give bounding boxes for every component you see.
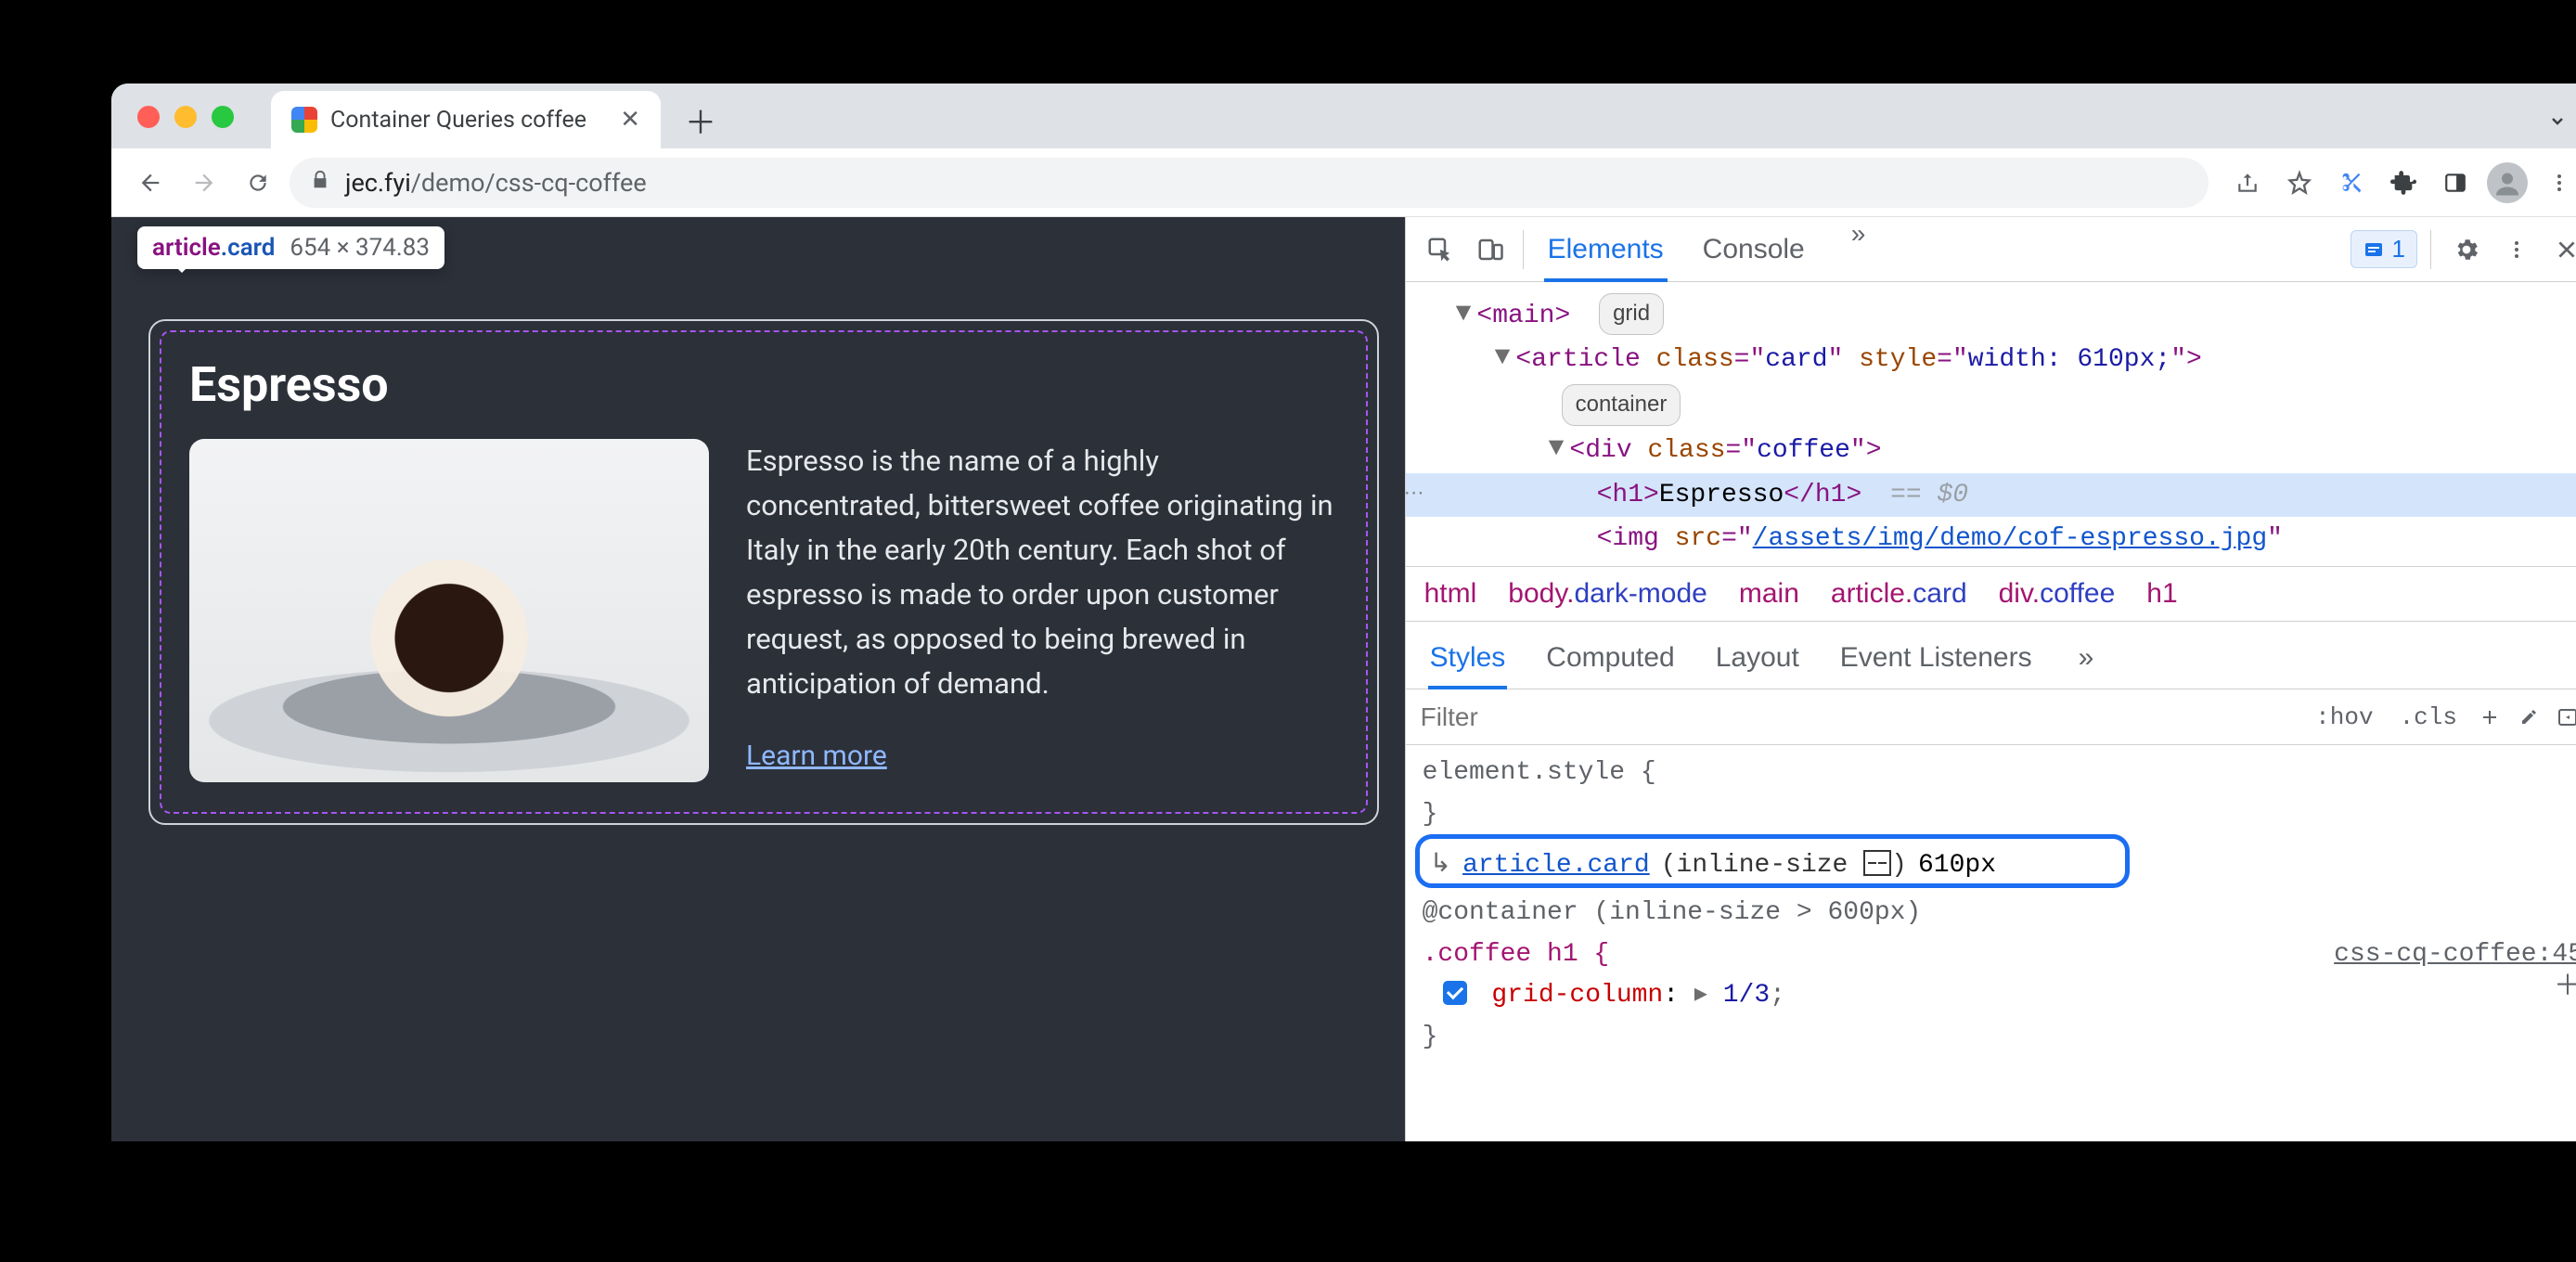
card-text: Espresso is the name of a highly concent… (746, 439, 1338, 772)
inspect-tooltip: article.card 654 × 374.83 (137, 226, 444, 269)
crumb-main[interactable]: main (1739, 578, 1799, 610)
container-badge[interactable]: container (1562, 384, 1681, 426)
window-minimize[interactable] (174, 106, 197, 128)
source-link[interactable]: css-cq-coffee:45 (2334, 934, 2576, 976)
coffee-image (189, 439, 709, 782)
tooltip-dimensions: 654 × 374.83 (290, 234, 430, 262)
dom-node-img[interactable]: <img src="/assets/img/demo/cof-espresso.… (1406, 517, 2576, 560)
tab-overflow-icon[interactable] (2537, 100, 2576, 141)
rule-coffee-h1[interactable]: .coffee h1 { css-cq-coffee:45 (1423, 934, 2576, 976)
tab-elements[interactable]: Elements (1544, 219, 1668, 280)
styles-rules[interactable]: element.style { } ↳ article.card (inline… (1406, 745, 2576, 1077)
toolbar-actions (2225, 161, 2576, 205)
browser-tabstrip: Container Queries coffee ✕ ＋ (111, 84, 2576, 148)
styles-filter-input[interactable] (1421, 702, 2303, 732)
extensions-icon[interactable] (2381, 161, 2426, 205)
dom-badge-row: container (1406, 382, 2576, 429)
url-text: jec.fyi/demo/css-cq-coffee (345, 168, 647, 198)
selected-node-actions-icon[interactable]: ⋯ (1404, 479, 1424, 510)
subtab-styles[interactable]: Styles (1428, 633, 1508, 689)
device-toggle-icon[interactable] (1465, 225, 1515, 275)
tab-close-icon[interactable]: ✕ (620, 106, 640, 134)
window-controls (137, 106, 234, 128)
url-field[interactable]: jec.fyi/demo/css-cq-coffee (290, 158, 2209, 208)
devtools-menu-icon[interactable] (2494, 227, 2539, 272)
styles-brush-icon[interactable] (2509, 706, 2548, 728)
inline-size-icon (1863, 850, 1891, 876)
crumb-div[interactable]: div.coffee (1999, 578, 2116, 610)
devtools-right-controls: 1 (2351, 227, 2576, 272)
dom-tree[interactable]: ▼<main> grid ▼<article class="card" styl… (1406, 282, 2576, 566)
screenshot-root: Container Queries coffee ✕ ＋ (0, 0, 2576, 1262)
inspect-element-icon[interactable] (1415, 225, 1465, 275)
rendered-page: article.card 654 × 374.83 Espresso Espre… (111, 217, 1405, 1141)
rule-enabled-checkbox[interactable] (1443, 981, 1467, 1005)
add-declaration-icon[interactable]: ＋ (2554, 966, 2576, 1011)
avatar[interactable] (2485, 161, 2530, 205)
crumb-body[interactable]: body.dark-mode (1508, 578, 1707, 610)
card-body: Espresso is the name of a highly concent… (189, 439, 1338, 782)
issues-count: 1 (2392, 235, 2405, 264)
bookmark-icon[interactable] (2277, 161, 2322, 205)
at-container-rule[interactable]: @container (inline-size > 600px) (1423, 893, 2576, 934)
dom-node-h1[interactable]: ⋯ <h1>Espresso</h1> == $0 (1406, 473, 2576, 517)
devtools-panel: Elements Console » 1 (1405, 217, 2576, 1141)
styles-sidebar-toggle-icon[interactable] (2548, 706, 2576, 728)
devtools-toolbar: Elements Console » 1 (1406, 217, 2576, 282)
issues-badge[interactable]: 1 (2351, 230, 2417, 268)
card-heading: Espresso (189, 356, 1338, 413)
tabs-overflow-icon[interactable]: » (1840, 219, 1877, 280)
subtabs-overflow-icon[interactable]: » (2077, 633, 2096, 689)
card-description: Espresso is the name of a highly concent… (746, 439, 1338, 706)
crumb-h1[interactable]: h1 (2146, 578, 2177, 610)
crumb-html[interactable]: html (1424, 578, 1477, 610)
subtab-layout[interactable]: Layout (1714, 633, 1801, 689)
cls-toggle[interactable]: .cls (2387, 703, 2470, 731)
tooltip-selector: article.card (152, 234, 275, 262)
dom-node-main[interactable]: ▼<main> grid (1406, 291, 2576, 338)
lock-icon (310, 170, 330, 196)
styles-filter-bar: :hov .cls (1406, 689, 2576, 745)
container-query-info[interactable]: ↳ article.card (inline-size ) 610px (1423, 842, 2011, 893)
scissors-icon[interactable] (2329, 161, 2374, 205)
tab-favicon (291, 107, 317, 133)
subtab-listeners[interactable]: Event Listeners (1838, 633, 2034, 689)
address-bar: jec.fyi/demo/css-cq-coffee (111, 148, 2576, 217)
dom-breadcrumbs[interactable]: html body.dark-mode main article.card di… (1406, 566, 2576, 622)
divider (2430, 230, 2431, 269)
hov-toggle[interactable]: :hov (2302, 703, 2386, 731)
dom-node-article[interactable]: ▼<article class="card" style="width: 610… (1406, 338, 2576, 381)
content-split: article.card 654 × 374.83 Espresso Espre… (111, 217, 2576, 1141)
browser-window: Container Queries coffee ✕ ＋ (111, 84, 2576, 1141)
chrome-menu-icon[interactable] (2537, 161, 2576, 205)
devtools-main-tabs: Elements Console » (1544, 219, 1877, 280)
devtools-close-icon[interactable] (2544, 227, 2576, 272)
decl-grid-column[interactable]: grid-column: ▸ 1/3; (1423, 975, 2576, 1017)
coffee-card: Espresso Espresso is the name of a highl… (148, 319, 1379, 825)
new-style-rule-icon[interactable] (2470, 706, 2509, 728)
selected-node-ref: == $0 (1890, 481, 1968, 509)
window-close[interactable] (137, 106, 160, 128)
grid-badge[interactable]: grid (1599, 293, 1664, 335)
tab-console[interactable]: Console (1699, 219, 1809, 280)
settings-icon[interactable] (2444, 227, 2489, 272)
dom-node-div[interactable]: ▼<div class="coffee"> (1406, 429, 2576, 472)
crumb-article[interactable]: article.card (1831, 578, 1967, 610)
learn-more-link[interactable]: Learn more (746, 740, 887, 772)
subtab-computed[interactable]: Computed (1544, 633, 1676, 689)
new-tab-button[interactable]: ＋ (677, 97, 724, 143)
divider (1523, 230, 1524, 269)
tab-title: Container Queries coffee (330, 107, 586, 134)
styles-subtabs: Styles Computed Layout Event Listeners » (1406, 622, 2576, 689)
browser-tab[interactable]: Container Queries coffee ✕ (271, 91, 661, 148)
sidebar-toggle-icon[interactable] (2433, 161, 2478, 205)
reload-button[interactable] (236, 161, 280, 205)
forward-button[interactable] (182, 161, 226, 205)
back-button[interactable] (128, 161, 173, 205)
window-maximize[interactable] (212, 106, 234, 128)
share-icon[interactable] (2225, 161, 2270, 205)
rule-element-style[interactable]: element.style { } (1423, 753, 2576, 836)
